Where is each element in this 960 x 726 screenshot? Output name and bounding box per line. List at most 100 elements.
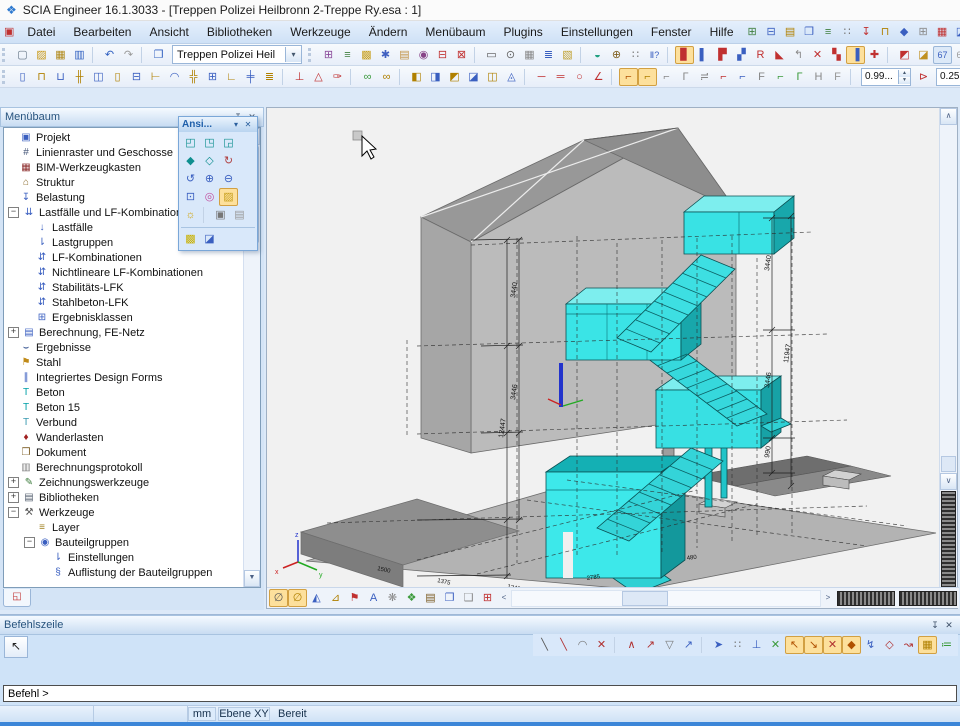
member-truss-icon[interactable]: ╬: [184, 68, 203, 86]
document-icon[interactable]: ≣: [539, 46, 558, 64]
member-haunch-icon[interactable]: ∟: [222, 68, 241, 86]
select-r-icon[interactable]: R: [751, 46, 770, 64]
member-opening-icon[interactable]: ⊟: [127, 68, 146, 86]
project-combo[interactable]: Treppen Polizei Heil ▾: [172, 45, 302, 64]
status-units[interactable]: mm: [188, 707, 216, 721]
tree-item-berechnungsprotokoll[interactable]: ▥Berechnungsprotokoll: [4, 460, 243, 475]
menu-ändern[interactable]: Ändern: [360, 23, 417, 41]
rotate-view-icon[interactable]: ↻: [219, 152, 238, 170]
scale-spinner-1[interactable]: 0.99... ▲▼: [861, 68, 911, 86]
select-members-icon[interactable]: ▊: [675, 46, 694, 64]
member-bracing-icon[interactable]: ╫: [70, 68, 89, 86]
menu-hilfe[interactable]: Hilfe: [701, 23, 743, 41]
menu-einstellungen[interactable]: Einstellungen: [552, 23, 642, 41]
scroll-down-icon[interactable]: ∨: [940, 473, 957, 490]
free-load-line-icon[interactable]: Γ: [676, 68, 695, 86]
clipboard-icon[interactable]: ▤: [395, 46, 414, 64]
snap-line-grid-icon[interactable]: ✕: [766, 636, 785, 654]
layers-manager-icon[interactable]: ≡: [338, 46, 357, 64]
pin-icon[interactable]: ↧: [928, 619, 942, 632]
close-icon[interactable]: ✕: [942, 619, 956, 632]
collapse-icon[interactable]: −: [8, 507, 19, 518]
qb-result-icon[interactable]: ◪: [952, 23, 960, 41]
coordinates-info-icon[interactable]: Ⅱ?: [645, 46, 664, 64]
member-labels-icon[interactable]: ⊟: [433, 46, 452, 64]
scale-symbols-icon[interactable]: ⊿: [326, 589, 345, 607]
member-rafter-icon[interactable]: ⊔: [51, 68, 70, 86]
window-view-2-icon[interactable]: ❑: [459, 589, 478, 607]
weld-2-icon[interactable]: ∞: [377, 68, 396, 86]
window-view-1-icon[interactable]: ❐: [440, 589, 459, 607]
free-load-r2-icon[interactable]: ⌐: [714, 68, 733, 86]
storey-levels-icon[interactable]: ⚑: [345, 589, 364, 607]
tree-item-layer[interactable]: ≡Layer: [4, 520, 243, 535]
units-67-on-icon[interactable]: 67: [933, 46, 952, 64]
redo-icon[interactable]: ↷: [119, 46, 138, 64]
expand-icon[interactable]: +: [8, 492, 19, 503]
snap-intersection-icon[interactable]: ✕: [823, 636, 842, 654]
scale-spinner-2[interactable]: 0.25 ▲▼: [936, 68, 960, 86]
open-project-icon[interactable]: ▨: [32, 46, 51, 64]
hinge-icon[interactable]: ✑: [328, 68, 347, 86]
layer-pen-0a-icon[interactable]: ∅: [269, 589, 288, 607]
display-shape-icon[interactable]: ◪: [464, 68, 483, 86]
select-nodes-icon[interactable]: ▌: [694, 46, 713, 64]
free-load-green-1-icon[interactable]: ⌐: [771, 68, 790, 86]
member-column-icon[interactable]: ▯: [13, 68, 32, 86]
scrollbar-thumb[interactable]: [622, 591, 668, 606]
spinner-arrows-icon[interactable]: ▲▼: [898, 70, 910, 84]
print-preview-icon[interactable]: ⊙: [501, 46, 520, 64]
menu-werkzeuge[interactable]: Werkzeuge: [281, 23, 359, 41]
qb-grid-icon[interactable]: ∷: [838, 23, 857, 41]
collapse-icon[interactable]: −: [24, 537, 35, 548]
select-slabs-icon[interactable]: ▞: [732, 46, 751, 64]
member-rib-icon[interactable]: ⊢: [146, 68, 165, 86]
toolbar-grip[interactable]: [2, 48, 9, 62]
table-grid-icon[interactable]: ⊞: [478, 589, 497, 607]
print-icon[interactable]: ▭: [482, 46, 501, 64]
collapse-icon[interactable]: −: [8, 207, 19, 218]
free-load-f-icon[interactable]: F: [828, 68, 847, 86]
coordinates-list-icon[interactable]: ≔: [937, 636, 956, 654]
select-beams-icon[interactable]: ▛: [713, 46, 732, 64]
free-load-points-icon[interactable]: ≓: [695, 68, 714, 86]
cursor-node-icon[interactable]: ↗: [641, 636, 660, 654]
tree-item-lf-kombinationen[interactable]: ⇵LF-Kombinationen: [4, 250, 243, 265]
move-ucs-icon[interactable]: ✚: [865, 46, 884, 64]
delete-element-icon[interactable]: ✕: [592, 636, 611, 654]
activity-icon[interactable]: ✱: [376, 46, 395, 64]
cursor-polygon-icon[interactable]: ▽: [660, 636, 679, 654]
save-icon[interactable]: ▥: [70, 46, 89, 64]
gallery-book-icon[interactable]: ▤: [421, 589, 440, 607]
tree-item-werkzeuge[interactable]: −⚒Werkzeuge: [4, 505, 243, 520]
tree-item-verbund[interactable]: TVerbund: [4, 415, 243, 430]
menu-plugins[interactable]: Plugins: [494, 23, 551, 41]
snap-ortho-icon[interactable]: ⊥: [747, 636, 766, 654]
snap-dot-grid-icon[interactable]: ∷: [728, 636, 747, 654]
tree-item-integriertes-design-forms[interactable]: ∥Integriertes Design Forms: [4, 370, 243, 385]
select-minus-icon[interactable]: ▚: [827, 46, 846, 64]
qb-mesh-icon[interactable]: ⊞: [914, 23, 933, 41]
view-perspective-icon[interactable]: ◇: [200, 152, 219, 170]
snap-percent-icon[interactable]: ↝: [899, 636, 918, 654]
layer-pen-0b-icon[interactable]: ∅: [288, 589, 307, 607]
labels-abc-icon[interactable]: A: [364, 589, 383, 607]
display-dimensions-icon[interactable]: ◫: [483, 68, 502, 86]
scroll-left-icon[interactable]: <: [497, 591, 511, 606]
menutree-tab[interactable]: ◱: [3, 589, 31, 607]
free-load-green-2-icon[interactable]: Γ: [790, 68, 809, 86]
close-icon[interactable]: ✕: [242, 120, 254, 129]
wired-window-icon[interactable]: ▨: [219, 188, 238, 206]
free-load-3-icon[interactable]: ⌐: [657, 68, 676, 86]
rotation-bar-horizontal-1[interactable]: [837, 591, 895, 606]
render-spray-icon[interactable]: ❋: [383, 589, 402, 607]
draw-angle-icon[interactable]: ∠: [589, 68, 608, 86]
free-load-f3-icon[interactable]: F: [752, 68, 771, 86]
qb-tree-icon[interactable]: ⊞: [743, 23, 762, 41]
tree-item-wanderlasten[interactable]: ♦Wanderlasten: [4, 430, 243, 445]
zoom-in-icon[interactable]: ⊕: [200, 170, 219, 188]
select-zero-icon[interactable]: ▐: [846, 46, 865, 64]
free-load-h-icon[interactable]: H: [809, 68, 828, 86]
tree-item-bibliotheken[interactable]: +▤Bibliotheken: [4, 490, 243, 505]
axo-view-icon[interactable]: ◭: [307, 589, 326, 607]
